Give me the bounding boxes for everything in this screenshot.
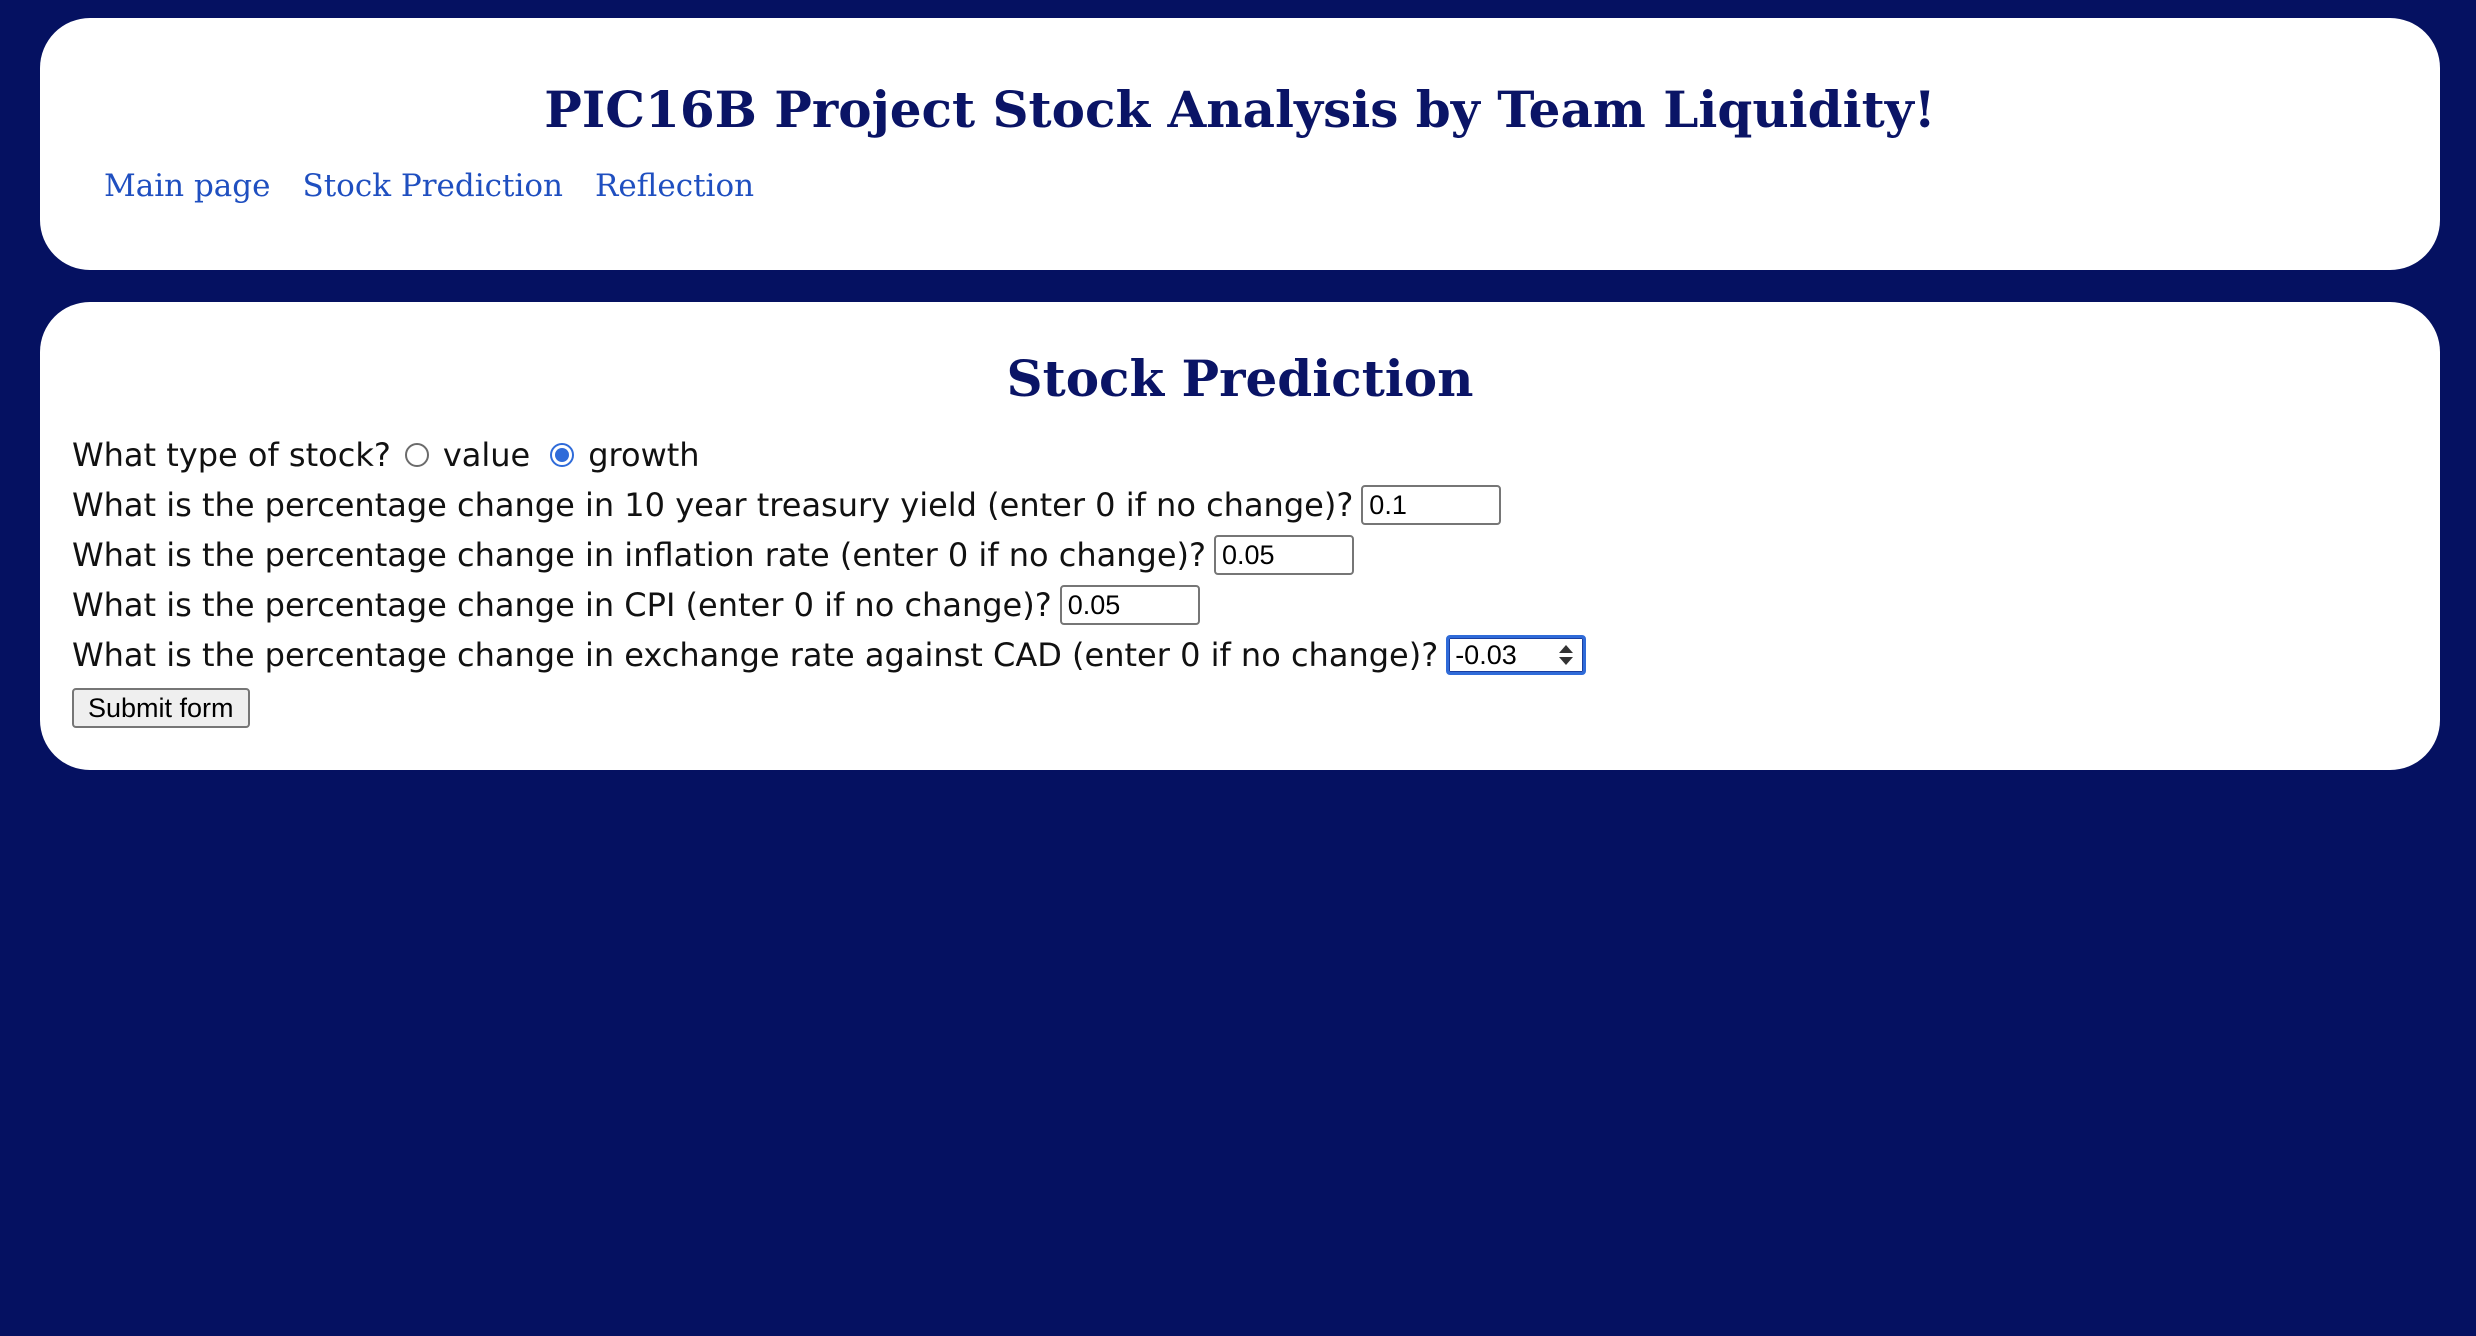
cpi-input[interactable]: 0.05 — [1059, 585, 1200, 625]
exchange-question: What is the percentage change in exchang… — [72, 636, 1439, 674]
treasury-question: What is the percentage change in 10 year… — [72, 486, 1354, 524]
nav-link-stock-prediction[interactable]: Stock Prediction — [302, 166, 563, 206]
inflation-question: What is the percentage change in inflati… — [72, 536, 1207, 574]
number-spinner-icon[interactable] — [1557, 644, 1574, 668]
cpi-row: What is the percentage change in CPI (en… — [72, 580, 1586, 630]
treasury-row: What is the percentage change in 10 year… — [72, 480, 1586, 530]
exchange-input-value: -0.03 — [1455, 639, 1517, 670]
main-nav: Main page Stock Prediction Reflection — [104, 166, 754, 206]
exchange-input[interactable]: -0.03 — [1446, 635, 1587, 675]
treasury-input[interactable]: 0.1 — [1361, 485, 1502, 525]
nav-link-reflection[interactable]: Reflection — [595, 166, 754, 206]
submit-row: Submit form — [72, 680, 1586, 730]
exchange-row: What is the percentage change in exchang… — [72, 630, 1587, 680]
radio-growth-label: growth — [588, 436, 700, 474]
section-title: Stock Prediction — [1006, 349, 1474, 408]
prediction-form: What type of stock? value growth What is… — [72, 430, 1587, 730]
submit-form-button[interactable]: Submit form — [72, 688, 250, 728]
radio-value[interactable] — [404, 443, 429, 467]
stock-prediction-panel: Stock Prediction What type of stock? val… — [40, 302, 2440, 770]
cpi-question: What is the percentage change in CPI (en… — [72, 586, 1052, 624]
stock-type-row: What type of stock? value growth — [72, 430, 1586, 480]
inflation-input[interactable]: 0.05 — [1214, 535, 1355, 575]
radio-value-label: value — [442, 436, 531, 474]
inflation-row: What is the percentage change in inflati… — [72, 530, 1586, 580]
stock-type-question: What type of stock? — [72, 436, 391, 474]
site-title: PIC16B Project Stock Analysis by Team Li… — [544, 80, 1936, 139]
header-panel: PIC16B Project Stock Analysis by Team Li… — [40, 18, 2440, 270]
nav-link-main-page[interactable]: Main page — [104, 166, 270, 206]
radio-growth[interactable] — [550, 443, 575, 467]
